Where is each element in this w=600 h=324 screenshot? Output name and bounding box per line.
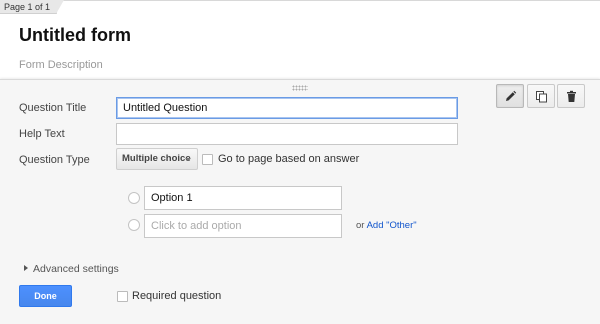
question-title-input[interactable] xyxy=(116,97,458,119)
duplicate-button[interactable] xyxy=(527,84,555,108)
done-button[interactable]: Done xyxy=(19,285,72,307)
form-description[interactable]: Form Description xyxy=(19,59,103,71)
option-1-radio xyxy=(128,192,140,204)
drag-handle[interactable] xyxy=(292,85,308,91)
or-text: or xyxy=(356,220,365,231)
add-option-radio xyxy=(128,219,140,231)
form-title[interactable]: Untitled form xyxy=(19,25,131,46)
add-other-link[interactable]: Add "Other" xyxy=(367,220,417,231)
question-type-label: Question Type xyxy=(19,154,90,166)
page-indicator: Page 1 of 1 xyxy=(0,0,65,14)
question-type-dropdown[interactable]: Multiple choice xyxy=(116,148,198,170)
required-checkbox[interactable] xyxy=(117,291,128,302)
question-title-label: Question Title xyxy=(19,102,87,114)
advanced-settings-label: Advanced settings xyxy=(33,263,119,275)
trash-icon xyxy=(567,90,576,102)
duplicate-icon xyxy=(536,91,547,103)
option-1-input[interactable] xyxy=(144,186,342,210)
go-to-page-label: Go to page based on answer xyxy=(218,153,360,165)
help-text-label: Help Text xyxy=(19,128,65,140)
go-to-page-checkbox[interactable] xyxy=(202,154,213,165)
help-text-input[interactable] xyxy=(116,123,458,145)
caret-down-icon xyxy=(185,158,191,161)
add-option-input[interactable] xyxy=(144,214,342,238)
required-label: Required question xyxy=(132,290,222,302)
pencil-icon xyxy=(506,90,517,101)
edit-button[interactable] xyxy=(496,84,524,108)
triangle-right-icon xyxy=(24,265,28,271)
add-other-row: or Add "Other" xyxy=(356,220,417,231)
top-divider xyxy=(0,0,600,1)
delete-button[interactable] xyxy=(557,84,585,108)
question-type-value: Multiple choice xyxy=(122,153,191,164)
advanced-settings-toggle[interactable]: Advanced settings xyxy=(24,263,119,275)
